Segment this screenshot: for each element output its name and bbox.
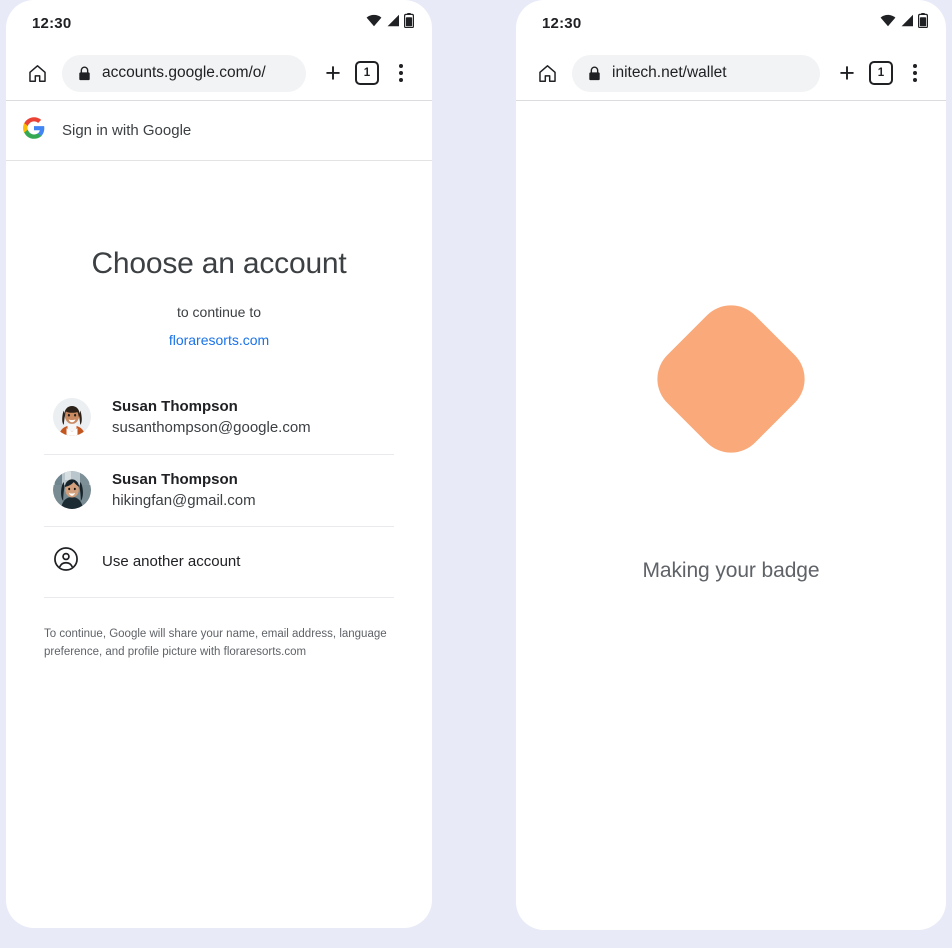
- lock-icon: [78, 66, 91, 81]
- status-time: 12:30: [32, 14, 72, 32]
- wallet-page: Making your badge: [516, 101, 946, 930]
- continue-to-label: to continue to: [176, 304, 262, 320]
- url-bar-left[interactable]: accounts.google.com/o/: [62, 54, 306, 92]
- home-button-right[interactable]: [530, 56, 564, 90]
- url-text-left: accounts.google.com/o/: [102, 64, 266, 81]
- wallet-status-text: Making your badge: [642, 559, 820, 582]
- avatar: [53, 470, 91, 509]
- lock-icon: [588, 66, 601, 81]
- home-button-left[interactable]: [20, 56, 54, 90]
- browser-toolbar-right: initech.net/wallet + 1: [516, 46, 946, 100]
- account-chooser: Choose an account to continue to florare…: [6, 161, 432, 662]
- tab-count-label-left: 1: [355, 61, 379, 85]
- account-text: Susan Thompson susanthompson@google.com: [112, 396, 311, 439]
- signal-icon: [386, 14, 400, 32]
- consent-text: To continue, Google will share your name…: [44, 628, 387, 658]
- more-vertical-icon-right[interactable]: [898, 56, 932, 90]
- account-email: hikingfan@gmail.com: [112, 491, 256, 509]
- account-name: Susan Thompson: [112, 398, 238, 415]
- account-name: Susan Thompson: [112, 470, 238, 488]
- new-tab-button-right[interactable]: +: [830, 56, 864, 90]
- tab-switcher-button-left[interactable]: 1: [350, 56, 384, 90]
- browser-toolbar-left: accounts.google.com/o/ + 1: [6, 46, 432, 100]
- status-icons: [366, 13, 415, 33]
- status-bar-left: 12:30: [6, 0, 432, 46]
- badge-placeholder-shape: [643, 291, 819, 467]
- tab-switcher-button-right[interactable]: 1: [864, 56, 898, 90]
- destination-domain-link[interactable]: floraresorts.com: [44, 320, 394, 348]
- status-icons: [880, 13, 929, 33]
- page-title: Choose an account: [91, 247, 347, 280]
- url-text-right: initech.net/wallet: [612, 64, 727, 81]
- status-bar-right: 12:30: [516, 0, 946, 46]
- more-vertical-icon-left[interactable]: [384, 56, 418, 90]
- account-row[interactable]: Susan Thompson hikingfan@gmail.com: [44, 455, 394, 528]
- google-signin-header: Sign in with Google: [6, 101, 432, 160]
- avatar: [53, 398, 91, 437]
- use-another-account-row[interactable]: Use another account: [44, 527, 394, 599]
- google-g-icon: [23, 117, 45, 144]
- phone-right: 12:30 initech.net/wallet + 1 Making your…: [516, 0, 946, 930]
- wifi-icon: [880, 14, 896, 32]
- account-text: Susan Thompson hikingfan@gmail.com: [112, 469, 256, 512]
- battery-icon: [404, 13, 415, 33]
- signal-icon: [900, 14, 914, 32]
- status-time: 12:30: [542, 14, 582, 32]
- account-row[interactable]: Susan Thompson susanthompson@google.com: [44, 382, 394, 455]
- google-signin-title: Sign in with Google: [62, 122, 192, 139]
- account-list: Susan Thompson susanthompson@google.com: [44, 382, 394, 599]
- new-tab-button-left[interactable]: +: [316, 56, 350, 90]
- url-bar-right[interactable]: initech.net/wallet: [572, 54, 820, 92]
- battery-icon: [918, 13, 929, 33]
- tab-count-label-right: 1: [869, 61, 893, 85]
- phone-left: 12:30 accounts.google.com/o/ + 1 Sign in…: [6, 0, 432, 928]
- account-email: susanthompson@google.com: [112, 419, 311, 437]
- wifi-icon: [366, 14, 382, 32]
- use-another-account-label: Use another account: [102, 553, 241, 571]
- account-circle-icon: [53, 546, 79, 577]
